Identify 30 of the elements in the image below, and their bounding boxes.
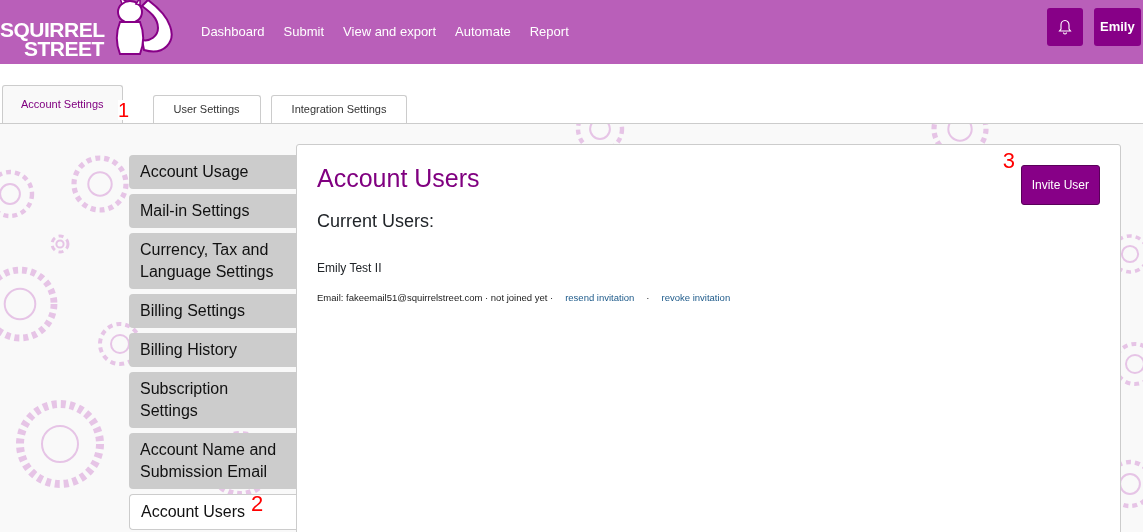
- notifications-button[interactable]: [1047, 8, 1083, 46]
- invitation-link[interactable]: resend invitation: [565, 291, 635, 306]
- sidebar-item[interactable]: Account Name and Submission Email: [129, 433, 296, 489]
- nav-link[interactable]: Automate: [455, 22, 511, 42]
- bell-icon: [1058, 19, 1072, 35]
- nav-link[interactable]: Submit: [283, 22, 325, 42]
- user-details: Email: fakeemail51@squirrelstreet.com · not joined yet ·: [317, 291, 554, 305]
- section-title: Current Users:: [317, 210, 436, 233]
- brand-logo[interactable]: SQUIRREL STREET: [0, 20, 105, 58]
- nav-link[interactable]: Report: [529, 22, 569, 42]
- user-name: Emily Test II: [317, 260, 383, 277]
- nav-link[interactable]: View and export: [343, 22, 437, 42]
- invitation-link[interactable]: revoke invitation: [661, 291, 731, 306]
- invite-user-button[interactable]: Invite User: [1020, 165, 1100, 205]
- sidebar-item[interactable]: Billing Settings: [129, 294, 296, 328]
- annotation-number: 3: [1002, 150, 1015, 172]
- sidebar-item[interactable]: Subscription Settings: [129, 372, 296, 428]
- separator-text: ·: [646, 291, 650, 305]
- annotation-number: 2: [251, 493, 264, 515]
- sidebar-item[interactable]: Billing History: [129, 333, 296, 367]
- nav-link[interactable]: Dashboard: [201, 22, 265, 42]
- sidebar-item[interactable]: Currency, Tax and Language Settings: [129, 233, 296, 289]
- annotation-number: 1: [118, 100, 130, 120]
- settings-tab[interactable]: User Settings: [152, 95, 261, 123]
- sidebar-item[interactable]: Account Usage: [129, 155, 296, 189]
- settings-tab[interactable]: Integration Settings: [270, 95, 408, 123]
- page-title: Account Users: [317, 163, 480, 193]
- sidebar-item[interactable]: Account Users 2: [129, 494, 296, 530]
- sidebar-item[interactable]: Mail-in Settings: [129, 194, 296, 228]
- user-menu-button[interactable]: Emily: [1094, 8, 1141, 46]
